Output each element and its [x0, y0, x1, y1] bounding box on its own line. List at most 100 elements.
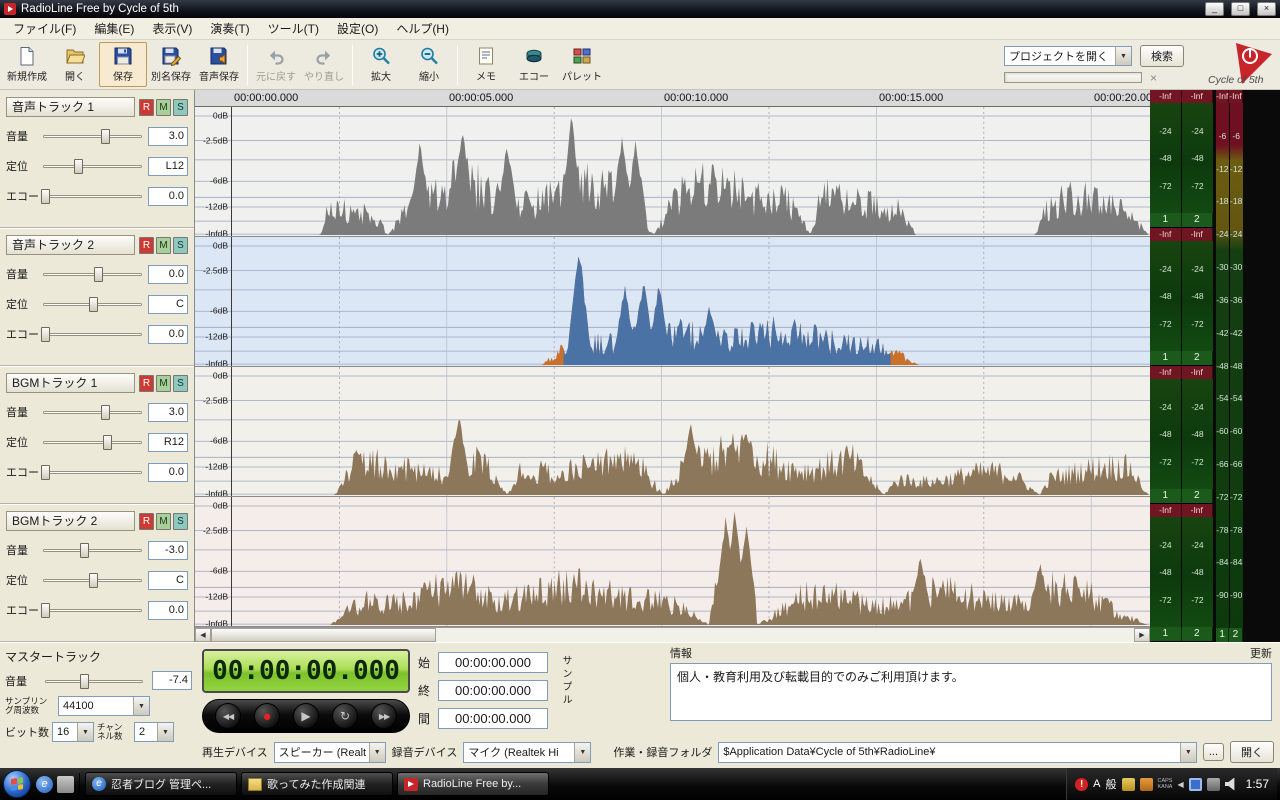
slider-thumb[interactable] — [102, 435, 112, 450]
slider-thumb[interactable] — [93, 267, 103, 282]
waveform-lane-track-1[interactable]: 0dB -2.5dB -6dB -12dB -InfdB — [195, 107, 1150, 237]
master-volume-value[interactable]: -7.4 — [152, 671, 192, 690]
task-button[interactable]: RadioLine Free by... — [397, 772, 549, 796]
minimize-button[interactable]: _ — [1205, 2, 1224, 16]
solo-button[interactable]: S — [173, 374, 188, 392]
chevron-left-icon[interactable]: ◀ — [1177, 780, 1183, 789]
start-button[interactable] — [3, 770, 31, 798]
waveform-lane-track-3[interactable]: 0dB -2.5dB -6dB -12dB -InfdB — [195, 367, 1150, 497]
save-audio-button[interactable]: 音声保存 — [195, 42, 243, 87]
browse-button[interactable]: ... — [1202, 743, 1224, 761]
region-start-field[interactable]: 00:00:00.000 — [438, 651, 548, 673]
echo-slider[interactable] — [41, 601, 143, 619]
task-button[interactable]: 歌ってみた作成関連 — [241, 772, 393, 796]
volume-value[interactable]: 0.0 — [148, 264, 188, 284]
waveform-lane-track-4[interactable]: 0dB -2.5dB -6dB -12dB -InfdB — [195, 497, 1150, 627]
slider-thumb[interactable] — [88, 297, 98, 312]
device-icon[interactable] — [1206, 777, 1220, 791]
new-file-button[interactable]: 新規作成 — [3, 42, 51, 87]
slider-thumb[interactable] — [74, 159, 84, 174]
solo-button[interactable]: S — [173, 236, 188, 254]
mute-button[interactable]: M — [156, 236, 171, 254]
save-as-button[interactable]: 別名保存 — [147, 42, 195, 87]
ime-kana-indicator[interactable]: 般 — [1106, 776, 1117, 792]
chevron-down-icon[interactable]: ▼ — [1115, 47, 1131, 65]
sampling-rate-combobox[interactable]: 44100 ▼ — [58, 696, 150, 716]
menu-item[interactable]: ファイル(F) — [4, 17, 85, 40]
scrollbar-track[interactable] — [436, 628, 1134, 642]
timeline-ruler[interactable]: 00:00:00.000 00:00:05.000 00:00:10.000 00:0… — [195, 90, 1150, 107]
maximize-button[interactable]: □ — [1231, 2, 1250, 16]
volume-slider[interactable] — [42, 403, 143, 421]
volume-slider[interactable] — [42, 541, 143, 559]
playback-device-combobox[interactable]: スピーカー (Realt ▼ — [273, 741, 386, 763]
pan-value[interactable]: C — [148, 570, 188, 590]
slider-thumb[interactable] — [41, 603, 51, 618]
slider-thumb[interactable] — [80, 673, 89, 689]
memo-button[interactable]: メモ — [462, 42, 510, 87]
alert-icon[interactable]: ! — [1075, 777, 1089, 791]
loop-button[interactable]: ↻ — [332, 703, 358, 729]
play-button[interactable]: ▶ — [293, 703, 319, 729]
menu-item[interactable]: 演奏(T) — [201, 17, 258, 40]
echo-value[interactable]: 0.0 — [148, 600, 188, 620]
slider-thumb[interactable] — [88, 573, 98, 588]
chevron-down-icon[interactable]: ▼ — [133, 697, 149, 715]
task-button[interactable]: e 忍者ブログ 管理ペ... — [85, 772, 237, 796]
zoom-out-button[interactable]: 縮小 — [405, 42, 453, 87]
channels-combobox[interactable]: 2 ▼ — [134, 722, 174, 742]
display-icon[interactable] — [1188, 777, 1202, 791]
menu-item[interactable]: 表示(V) — [143, 17, 201, 40]
menu-item[interactable]: ツール(T) — [259, 17, 328, 40]
open-folder-button[interactable]: 開く — [51, 42, 99, 87]
open-project-combobox[interactable]: プロジェクトを開く ▼ — [1004, 46, 1132, 66]
scrollbar-thumb[interactable] — [211, 628, 436, 642]
ime-mode-indicator[interactable]: A — [1093, 778, 1100, 790]
menu-item[interactable]: 編集(E) — [85, 17, 143, 40]
mute-button[interactable]: M — [156, 374, 171, 392]
chevron-down-icon[interactable]: ▼ — [574, 742, 591, 762]
pan-value[interactable]: L12 — [148, 156, 188, 176]
pen-icon[interactable] — [1121, 777, 1135, 791]
track-name[interactable]: BGMトラック 1 — [6, 373, 135, 393]
zoom-in-button[interactable]: 拡大 — [357, 42, 405, 87]
volume-slider[interactable] — [42, 265, 143, 283]
update-button[interactable]: 更新 — [1250, 645, 1272, 661]
pan-slider[interactable] — [42, 433, 143, 451]
volume-value[interactable]: 3.0 — [148, 126, 188, 146]
scroll-left-icon[interactable]: ◀ — [195, 628, 211, 642]
volume-slider[interactable] — [42, 127, 143, 145]
mute-button[interactable]: M — [156, 98, 171, 116]
volume-icon[interactable] — [1224, 777, 1235, 791]
search-button[interactable]: 検索 — [1140, 45, 1184, 67]
show-desktop-icon[interactable] — [57, 775, 74, 793]
track-name[interactable]: BGMトラック 2 — [6, 511, 135, 531]
solo-button[interactable]: S — [173, 98, 188, 116]
master-volume-slider[interactable] — [44, 672, 144, 690]
pan-value[interactable]: C — [148, 294, 188, 314]
open-folder-button[interactable]: 開く — [1230, 741, 1274, 763]
solo-button[interactable]: S — [173, 512, 188, 530]
pan-slider[interactable] — [42, 571, 143, 589]
region-span-field[interactable]: 00:00:00.000 — [438, 707, 548, 729]
record-arm-button[interactable]: R — [139, 374, 154, 392]
slider-thumb[interactable] — [41, 465, 51, 480]
bit-depth-combobox[interactable]: 16 ▼ — [52, 722, 94, 742]
horizontal-scrollbar[interactable]: ◀ ▶ — [195, 627, 1150, 642]
track-name[interactable]: 音声トラック 1 — [6, 97, 135, 117]
volume-value[interactable]: 3.0 — [148, 402, 188, 422]
mute-button[interactable]: M — [156, 512, 171, 530]
pan-slider[interactable] — [42, 157, 143, 175]
close-button[interactable]: × — [1257, 2, 1276, 16]
slider-thumb[interactable] — [80, 543, 90, 558]
echo-value[interactable]: 0.0 — [148, 462, 188, 482]
volume-value[interactable]: -3.0 — [148, 540, 188, 560]
menu-item[interactable]: 設定(O) — [328, 17, 387, 40]
slider-thumb[interactable] — [100, 129, 110, 144]
echo-button[interactable]: エコー — [510, 42, 558, 87]
slider-thumb[interactable] — [41, 327, 51, 342]
slider-thumb[interactable] — [100, 405, 110, 420]
echo-slider[interactable] — [41, 187, 143, 205]
chevron-down-icon[interactable]: ▼ — [77, 723, 93, 741]
pan-slider[interactable] — [42, 295, 143, 313]
